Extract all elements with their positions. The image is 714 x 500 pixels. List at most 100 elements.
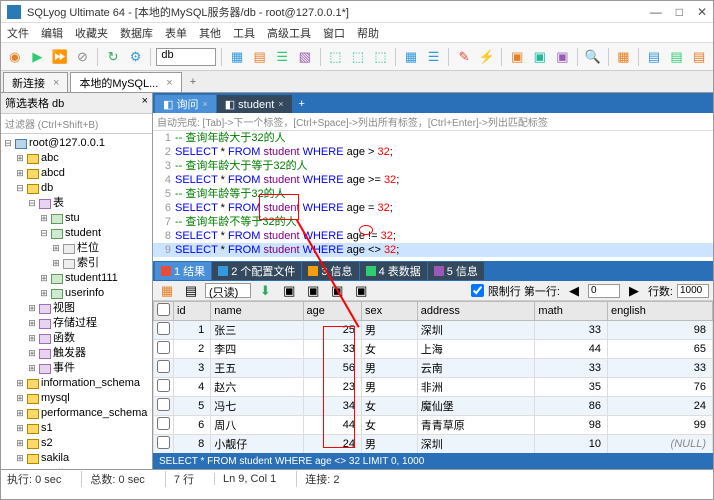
t16-icon[interactable]: ▦ xyxy=(614,47,634,67)
row-checkbox[interactable] xyxy=(157,322,170,335)
tree-toggle-icon[interactable]: ⊞ xyxy=(27,346,37,361)
menu-文件[interactable]: 文件 xyxy=(7,25,29,41)
cell[interactable]: 1 xyxy=(174,321,211,340)
col-header[interactable]: name xyxy=(211,302,303,321)
cell[interactable]: 深圳 xyxy=(417,321,535,340)
row-checkbox[interactable] xyxy=(157,398,170,411)
tree-node[interactable]: ⊞存储过程 xyxy=(1,316,152,331)
tree-node[interactable]: ⊟db xyxy=(1,181,152,196)
cell[interactable]: 33 xyxy=(535,359,608,378)
tree-toggle-icon[interactable]: ⊞ xyxy=(15,436,25,451)
result-tab[interactable]: 5 信息 xyxy=(428,262,484,280)
row-checkbox[interactable] xyxy=(157,417,170,430)
sql-editor[interactable]: 1-- 查询年龄大于32的人2SELECT * FROM student WHE… xyxy=(153,131,713,261)
rt2-icon[interactable]: ▣ xyxy=(327,281,347,301)
tree-node[interactable]: ⊞视图 xyxy=(1,301,152,316)
cell[interactable]: 上海 xyxy=(417,340,535,359)
cell[interactable]: 冯七 xyxy=(211,397,303,416)
cell[interactable]: 深圳 xyxy=(417,435,535,454)
tree-toggle-icon[interactable]: ⊞ xyxy=(15,421,25,436)
tree-toggle-icon[interactable]: ⊞ xyxy=(15,376,25,391)
row-checkbox[interactable] xyxy=(157,360,170,373)
tree-node[interactable]: ⊞abc xyxy=(1,151,152,166)
run-all-icon[interactable]: ⏩ xyxy=(50,47,70,67)
cell[interactable]: 98 xyxy=(535,416,608,435)
tree-toggle-icon[interactable]: ⊞ xyxy=(39,271,49,286)
tree-toggle-icon[interactable]: ⊞ xyxy=(27,316,37,331)
tree-toggle-icon[interactable]: ⊟ xyxy=(3,136,13,151)
cell[interactable]: 35 xyxy=(535,378,608,397)
tree-toggle-icon[interactable]: ⊞ xyxy=(51,241,61,256)
object-tree[interactable]: ⊟root@127.0.0.1⊞abc⊞abcd⊟db⊟表⊞stu⊟studen… xyxy=(1,134,152,469)
cell[interactable]: 24 xyxy=(303,435,362,454)
t9-icon[interactable]: ☰ xyxy=(424,47,444,67)
result-tab[interactable]: 3 信息 xyxy=(302,262,358,280)
cell[interactable]: 65 xyxy=(608,340,713,359)
db-selector[interactable]: db xyxy=(156,48,216,66)
t13-icon[interactable]: ▣ xyxy=(530,47,550,67)
cell[interactable]: (NULL) xyxy=(608,435,713,454)
menu-高级工具[interactable]: 高级工具 xyxy=(267,25,311,41)
close-icon[interactable]: ✕ xyxy=(697,5,707,19)
tree-toggle-icon[interactable]: ⊞ xyxy=(15,406,25,421)
tree-node[interactable]: ⊞s1 xyxy=(1,421,152,436)
new-tab-button[interactable]: + xyxy=(184,72,202,92)
tree-node[interactable]: ⊞sakila xyxy=(1,451,152,466)
table-row[interactable]: 2李四33女上海4465 xyxy=(154,340,713,359)
cell[interactable]: 男 xyxy=(362,435,418,454)
cell[interactable]: 23 xyxy=(303,378,362,397)
tree-toggle-icon[interactable]: ⊟ xyxy=(39,226,49,241)
menu-表单[interactable]: 表单 xyxy=(165,25,187,41)
cell[interactable]: 33 xyxy=(535,321,608,340)
row-checkbox[interactable] xyxy=(157,341,170,354)
conn-tab[interactable]: 本地的MySQL...× xyxy=(70,72,181,92)
tree-toggle-icon[interactable]: ⊞ xyxy=(15,451,25,466)
tree-node[interactable]: ⊞scott xyxy=(1,466,152,469)
tab-close-icon[interactable]: × xyxy=(166,77,172,89)
t14-icon[interactable]: ▣ xyxy=(553,47,573,67)
format-icon[interactable]: ⚙ xyxy=(126,47,146,67)
t5-icon[interactable]: ⬚ xyxy=(326,47,346,67)
cell[interactable]: 2 xyxy=(174,340,211,359)
tree-toggle-icon[interactable]: ⊞ xyxy=(39,211,49,226)
menu-数据库[interactable]: 数据库 xyxy=(120,25,153,41)
t1-icon[interactable]: ▦ xyxy=(227,47,247,67)
cell[interactable]: 魔仙堡 xyxy=(417,397,535,416)
cell[interactable]: 8 xyxy=(174,435,211,454)
tree-toggle-icon[interactable]: ⊞ xyxy=(51,256,61,271)
new-conn-icon[interactable]: ◉ xyxy=(5,47,25,67)
t15-icon[interactable]: 🔍 xyxy=(583,47,603,67)
menu-收藏夹[interactable]: 收藏夹 xyxy=(75,25,108,41)
table-row[interactable]: 8小靓仔24男深圳10(NULL) xyxy=(154,435,713,454)
t6-icon[interactable]: ⬚ xyxy=(348,47,368,67)
tree-node[interactable]: ⊞触发器 xyxy=(1,346,152,361)
table-row[interactable]: 5冯七34女魔仙堡8624 xyxy=(154,397,713,416)
tree-node[interactable]: ⊞函数 xyxy=(1,331,152,346)
copy-icon[interactable]: ▣ xyxy=(279,281,299,301)
run-icon[interactable]: ▶ xyxy=(28,47,48,67)
cell[interactable]: 3 xyxy=(174,359,211,378)
tree-toggle-icon[interactable]: ⊞ xyxy=(15,391,25,406)
minimize-icon[interactable]: — xyxy=(650,5,662,19)
text-view-icon[interactable]: ▤ xyxy=(181,281,201,301)
tree-node[interactable]: ⊞student111 xyxy=(1,271,152,286)
t10-icon[interactable]: ✎ xyxy=(454,47,474,67)
tree-toggle-icon[interactable]: ⊞ xyxy=(27,331,37,346)
tree-node[interactable]: ⊞performance_schema xyxy=(1,406,152,421)
cell[interactable]: 赵六 xyxy=(211,378,303,397)
table-row[interactable]: 1张三25男深圳3398 xyxy=(154,321,713,340)
first-prev-icon[interactable]: ◀ xyxy=(564,281,584,301)
query-tab[interactable]: ◧ student× xyxy=(217,95,292,113)
filter-input[interactable]: 过滤器 (Ctrl+Shift+B) xyxy=(1,114,152,134)
export-icon[interactable]: ⬇ xyxy=(255,281,275,301)
cell[interactable]: 5 xyxy=(174,397,211,416)
conn-tab[interactable]: 新连接× xyxy=(3,72,68,92)
col-header[interactable]: age xyxy=(303,302,362,321)
query-tab[interactable]: ◧ 询问× xyxy=(155,95,216,113)
cell[interactable]: 云南 xyxy=(417,359,535,378)
maximize-icon[interactable]: □ xyxy=(676,5,683,19)
cell[interactable]: 男 xyxy=(362,321,418,340)
tree-node[interactable]: ⊞abcd xyxy=(1,166,152,181)
rt1-icon[interactable]: ▣ xyxy=(303,281,323,301)
cell[interactable]: 青青草原 xyxy=(417,416,535,435)
